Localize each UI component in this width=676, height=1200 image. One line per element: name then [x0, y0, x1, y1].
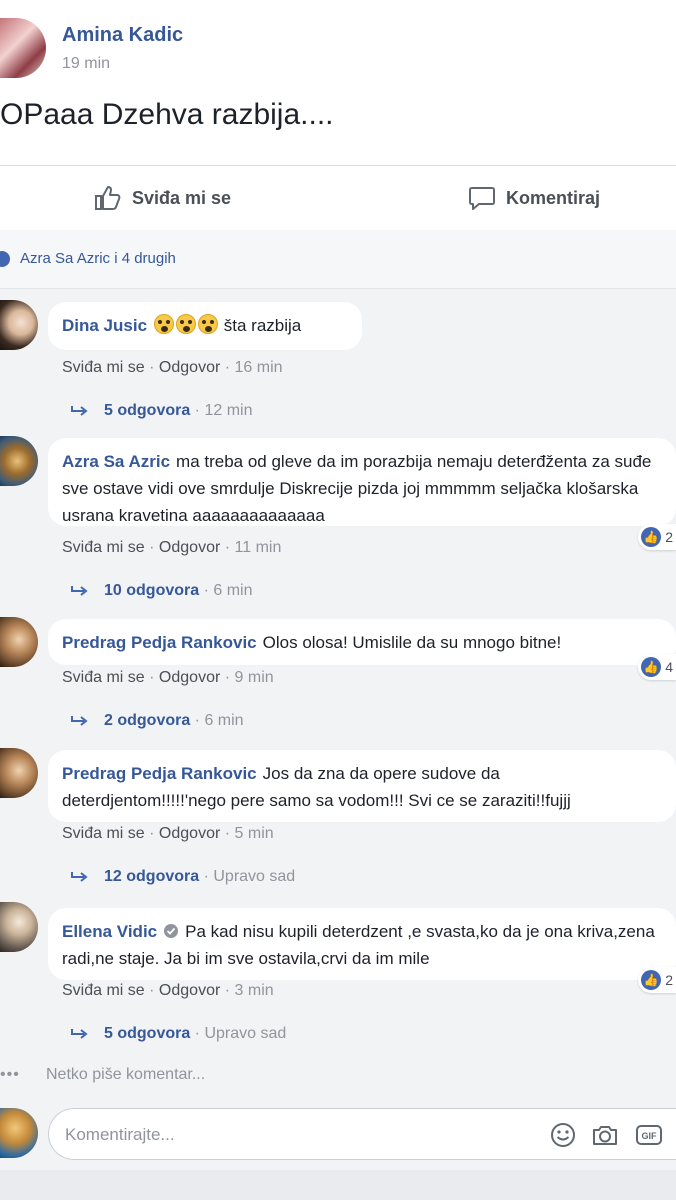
scream-emoji-icon: [198, 314, 219, 334]
comment-reply-link[interactable]: Odgovor: [159, 539, 220, 556]
comment-reply-link[interactable]: Odgovor: [159, 359, 220, 376]
view-replies-link[interactable]: 10 odgovora · 6 min: [70, 582, 252, 600]
comment-author[interactable]: Dina Jusic: [62, 316, 147, 335]
comment-like-link[interactable]: Sviđa mi se: [62, 539, 145, 556]
scream-emoji-icon: [154, 314, 175, 334]
comment-reaction-badge[interactable]: 👍 4: [638, 654, 676, 680]
comment-time[interactable]: 11 min: [235, 539, 282, 556]
replies-time: 6 min: [204, 712, 244, 729]
comments-section: [0, 289, 676, 1200]
reply-arrow-icon: [71, 872, 88, 882]
comment-meta: Sviđa mi se · Odgovor · 11 min: [62, 539, 282, 556]
replies-time: 6 min: [213, 582, 253, 599]
comment-like-link[interactable]: Sviđa mi se: [62, 359, 145, 376]
typing-indicator: ••• Netko piše komentar...: [0, 1066, 205, 1084]
post-timestamp[interactable]: 19 min: [62, 55, 110, 73]
comment-text: šta razbija: [223, 316, 302, 335]
comment-time[interactable]: 9 min: [235, 669, 274, 686]
replies-time: Upravo sad: [213, 868, 296, 885]
smiley-icon[interactable]: [549, 1121, 577, 1149]
svg-text:GIF: GIF: [642, 1131, 658, 1141]
like-button-label: Sviđa mi se: [132, 187, 232, 208]
comment-like-link[interactable]: Sviđa mi se: [62, 982, 145, 999]
comment-button[interactable]: Komentiraj: [468, 166, 600, 230]
comment-meta: Sviđa mi se · Odgovor · 16 min: [62, 359, 283, 376]
reaction-count: 2: [665, 529, 673, 545]
comment-bubble: Predrag Pedja Rankovic Jos da zna da oper…: [48, 750, 676, 822]
comment-like-link[interactable]: Sviđa mi se: [62, 825, 145, 842]
like-reaction-icon: 👍: [641, 527, 662, 547]
comment-reaction-badge[interactable]: 👍 2: [638, 524, 676, 550]
comment-input[interactable]: [63, 1121, 507, 1149]
comment-reply-link[interactable]: Odgovor: [159, 825, 220, 842]
comment-meta: Sviđa mi se · Odgovor · 3 min: [62, 982, 274, 999]
comment-text: Olos olosa! Umislile da su mnogo bitne!: [262, 633, 562, 652]
comment-time[interactable]: 5 min: [235, 825, 274, 842]
typing-text: Netko piše komentar...: [46, 1066, 206, 1083]
comment-button-label: Komentiraj: [506, 187, 601, 208]
reply-arrow-icon: [71, 1029, 88, 1039]
thumbs-up-icon: [95, 186, 121, 210]
comment-reaction-badge[interactable]: 👍 2: [638, 967, 676, 993]
comment-reply-link[interactable]: Odgovor: [159, 669, 220, 686]
comment-time[interactable]: 3 min: [235, 982, 274, 999]
reply-arrow-icon: [71, 716, 88, 726]
comment-author[interactable]: Predrag Pedja Rankovic: [62, 764, 257, 783]
reply-arrow-icon: [71, 406, 88, 416]
replies-count[interactable]: 5 odgovora: [104, 402, 190, 420]
bottom-strip: [0, 1170, 676, 1200]
camera-icon[interactable]: [591, 1121, 619, 1149]
comment-author[interactable]: Ellena Vidic: [62, 922, 157, 941]
comment-composer: GIF: [48, 1108, 676, 1160]
reactions-summary-text[interactable]: Azra Sa Azric i 4 drugih: [20, 250, 176, 267]
comment-bubble: Ellena Vidic Pa kad nisu kupili deterdzen…: [48, 908, 676, 980]
comment-bubble: Predrag Pedja Rankovic Olos olosa! Umisli…: [48, 619, 676, 665]
reaction-count: 2: [665, 972, 673, 988]
replies-count[interactable]: 12 odgovora: [104, 868, 199, 886]
reactions-summary[interactable]: Azra Sa Azric i 4 drugih: [0, 230, 676, 289]
like-reaction-icon: [0, 251, 10, 267]
comment-bubble: Dina Jusic šta razbija: [48, 302, 362, 350]
view-replies-link[interactable]: 2 odgovora · 6 min: [70, 712, 244, 730]
comment-bubble-icon: [469, 187, 495, 210]
like-reaction-icon: 👍: [641, 970, 662, 990]
post-text: OPaaa Dzehva razbija....: [0, 98, 334, 131]
comment-like-link[interactable]: Sviđa mi se: [62, 669, 145, 686]
comment-time[interactable]: 16 min: [235, 359, 283, 376]
verified-badge-icon: [164, 924, 179, 938]
like-reaction-icon: 👍: [641, 657, 662, 677]
replies-count[interactable]: 5 odgovora: [104, 1025, 190, 1043]
author-avatar[interactable]: [0, 18, 46, 78]
gif-icon[interactable]: GIF: [635, 1121, 663, 1149]
replies-count[interactable]: 10 odgovora: [104, 582, 199, 600]
comment-reply-link[interactable]: Odgovor: [159, 982, 220, 999]
replies-time: 12 min: [204, 402, 253, 419]
view-replies-link[interactable]: 5 odgovora · 12 min: [70, 402, 252, 420]
view-replies-link[interactable]: 12 odgovora · Upravo sad: [70, 868, 295, 886]
view-replies-link[interactable]: 5 odgovora · Upravo sad: [70, 1025, 286, 1043]
post-author-name[interactable]: Amina Kadic: [62, 24, 183, 47]
comment-bubble: Azra Sa Azric ma treba od gleve da im por…: [48, 438, 676, 526]
post-header: Amina Kadic 19 min OPaaa Dzehva razbija.…: [0, 0, 676, 165]
comment-author[interactable]: Predrag Pedja Rankovic: [62, 633, 257, 652]
scream-emoji-icon: [176, 314, 197, 334]
comment-meta: Sviđa mi se · Odgovor · 9 min: [62, 669, 274, 686]
reaction-count: 4: [665, 659, 673, 675]
comment-author[interactable]: Azra Sa Azric: [62, 452, 170, 471]
reply-arrow-icon: [71, 586, 88, 596]
typing-dots-icon: •••: [0, 1066, 20, 1083]
replies-count[interactable]: 2 odgovora: [104, 712, 190, 730]
replies-time: Upravo sad: [204, 1025, 287, 1042]
post-action-bar: Sviđa mi se Komentiraj: [0, 165, 676, 231]
comment-meta: Sviđa mi se · Odgovor · 5 min: [62, 825, 274, 842]
like-button[interactable]: Sviđa mi se: [94, 166, 231, 230]
